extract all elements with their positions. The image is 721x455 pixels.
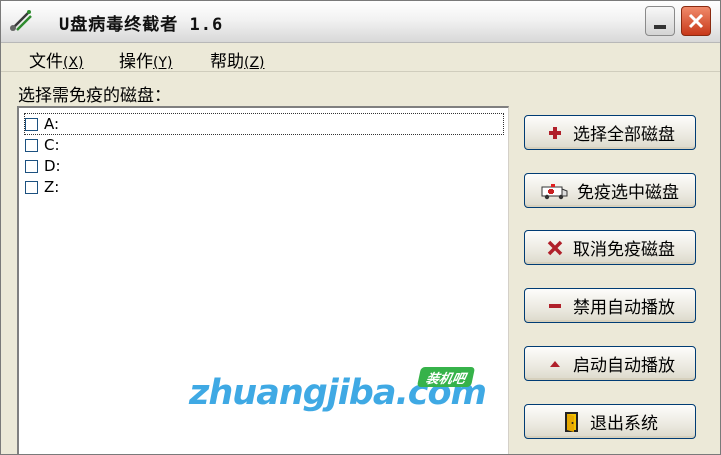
exit-door-icon xyxy=(562,411,582,432)
list-item[interactable]: D: xyxy=(25,156,61,176)
app-window: U盘病毒终截者 1.6 文件(X) 操作(Y) 帮助(Z) 选择需免疫的磁盘： … xyxy=(0,0,721,455)
app-logo-icon xyxy=(10,10,32,31)
select-all-button[interactable]: 选择全部磁盘 xyxy=(524,115,696,150)
immunize-label: 免疫选中磁盘 xyxy=(577,183,679,203)
cancel-immunize-label: 取消免疫磁盘 xyxy=(573,240,675,260)
drive-name: Z: xyxy=(44,178,60,196)
menu-file[interactable]: 文件(X) xyxy=(29,47,84,72)
drive-name: A: xyxy=(44,115,60,133)
ambulance-icon xyxy=(541,181,569,201)
menu-operation-accel: (Y) xyxy=(153,55,173,71)
immunize-button[interactable]: 免疫选中磁盘 xyxy=(524,173,696,208)
drive-select-label: 选择需免疫的磁盘： xyxy=(18,86,171,106)
enable-autoplay-button[interactable]: 启动自动播放 xyxy=(524,346,696,381)
menu-file-label: 文件 xyxy=(29,52,63,72)
disable-autoplay-label: 禁用自动播放 xyxy=(573,298,675,318)
list-item[interactable]: C: xyxy=(25,135,60,155)
menu-help-label: 帮助 xyxy=(210,52,244,72)
window-title: U盘病毒终截者 1.6 xyxy=(59,15,224,35)
list-item[interactable]: Z: xyxy=(25,177,59,197)
close-button[interactable] xyxy=(681,6,711,36)
drive-name: D: xyxy=(44,157,61,175)
minimize-icon xyxy=(654,25,666,29)
close-icon xyxy=(688,13,704,29)
menu-bar: 文件(X) 操作(Y) 帮助(Z) xyxy=(1,43,720,72)
exit-label: 退出系统 xyxy=(590,414,658,434)
menu-operation-label: 操作 xyxy=(119,52,153,72)
menu-help-accel: (Z) xyxy=(244,55,265,71)
exit-button[interactable]: 退出系统 xyxy=(524,404,696,439)
cancel-immunize-button[interactable]: 取消免疫磁盘 xyxy=(524,230,696,265)
drive-name: C: xyxy=(44,136,60,154)
plus-icon xyxy=(545,123,565,143)
drive-checkbox[interactable] xyxy=(25,117,38,131)
minus-icon xyxy=(545,296,565,316)
list-item[interactable]: A: xyxy=(24,113,504,135)
menu-file-accel: (X) xyxy=(63,55,84,71)
triangle-up-icon xyxy=(545,354,565,374)
watermark-badge: 装机吧 xyxy=(416,367,476,387)
disable-autoplay-button[interactable]: 禁用自动播放 xyxy=(524,288,696,323)
drive-checkbox[interactable] xyxy=(25,180,38,194)
enable-autoplay-label: 启动自动播放 xyxy=(573,356,675,376)
menu-operation[interactable]: 操作(Y) xyxy=(119,47,172,72)
drive-checkbox[interactable] xyxy=(25,138,38,152)
x-icon xyxy=(545,238,565,258)
drive-checkbox[interactable] xyxy=(25,159,38,173)
select-all-label: 选择全部磁盘 xyxy=(573,125,675,145)
title-bar[interactable]: U盘病毒终截者 1.6 xyxy=(1,1,720,43)
menu-help[interactable]: 帮助(Z) xyxy=(210,47,265,72)
minimize-button[interactable] xyxy=(645,6,675,36)
